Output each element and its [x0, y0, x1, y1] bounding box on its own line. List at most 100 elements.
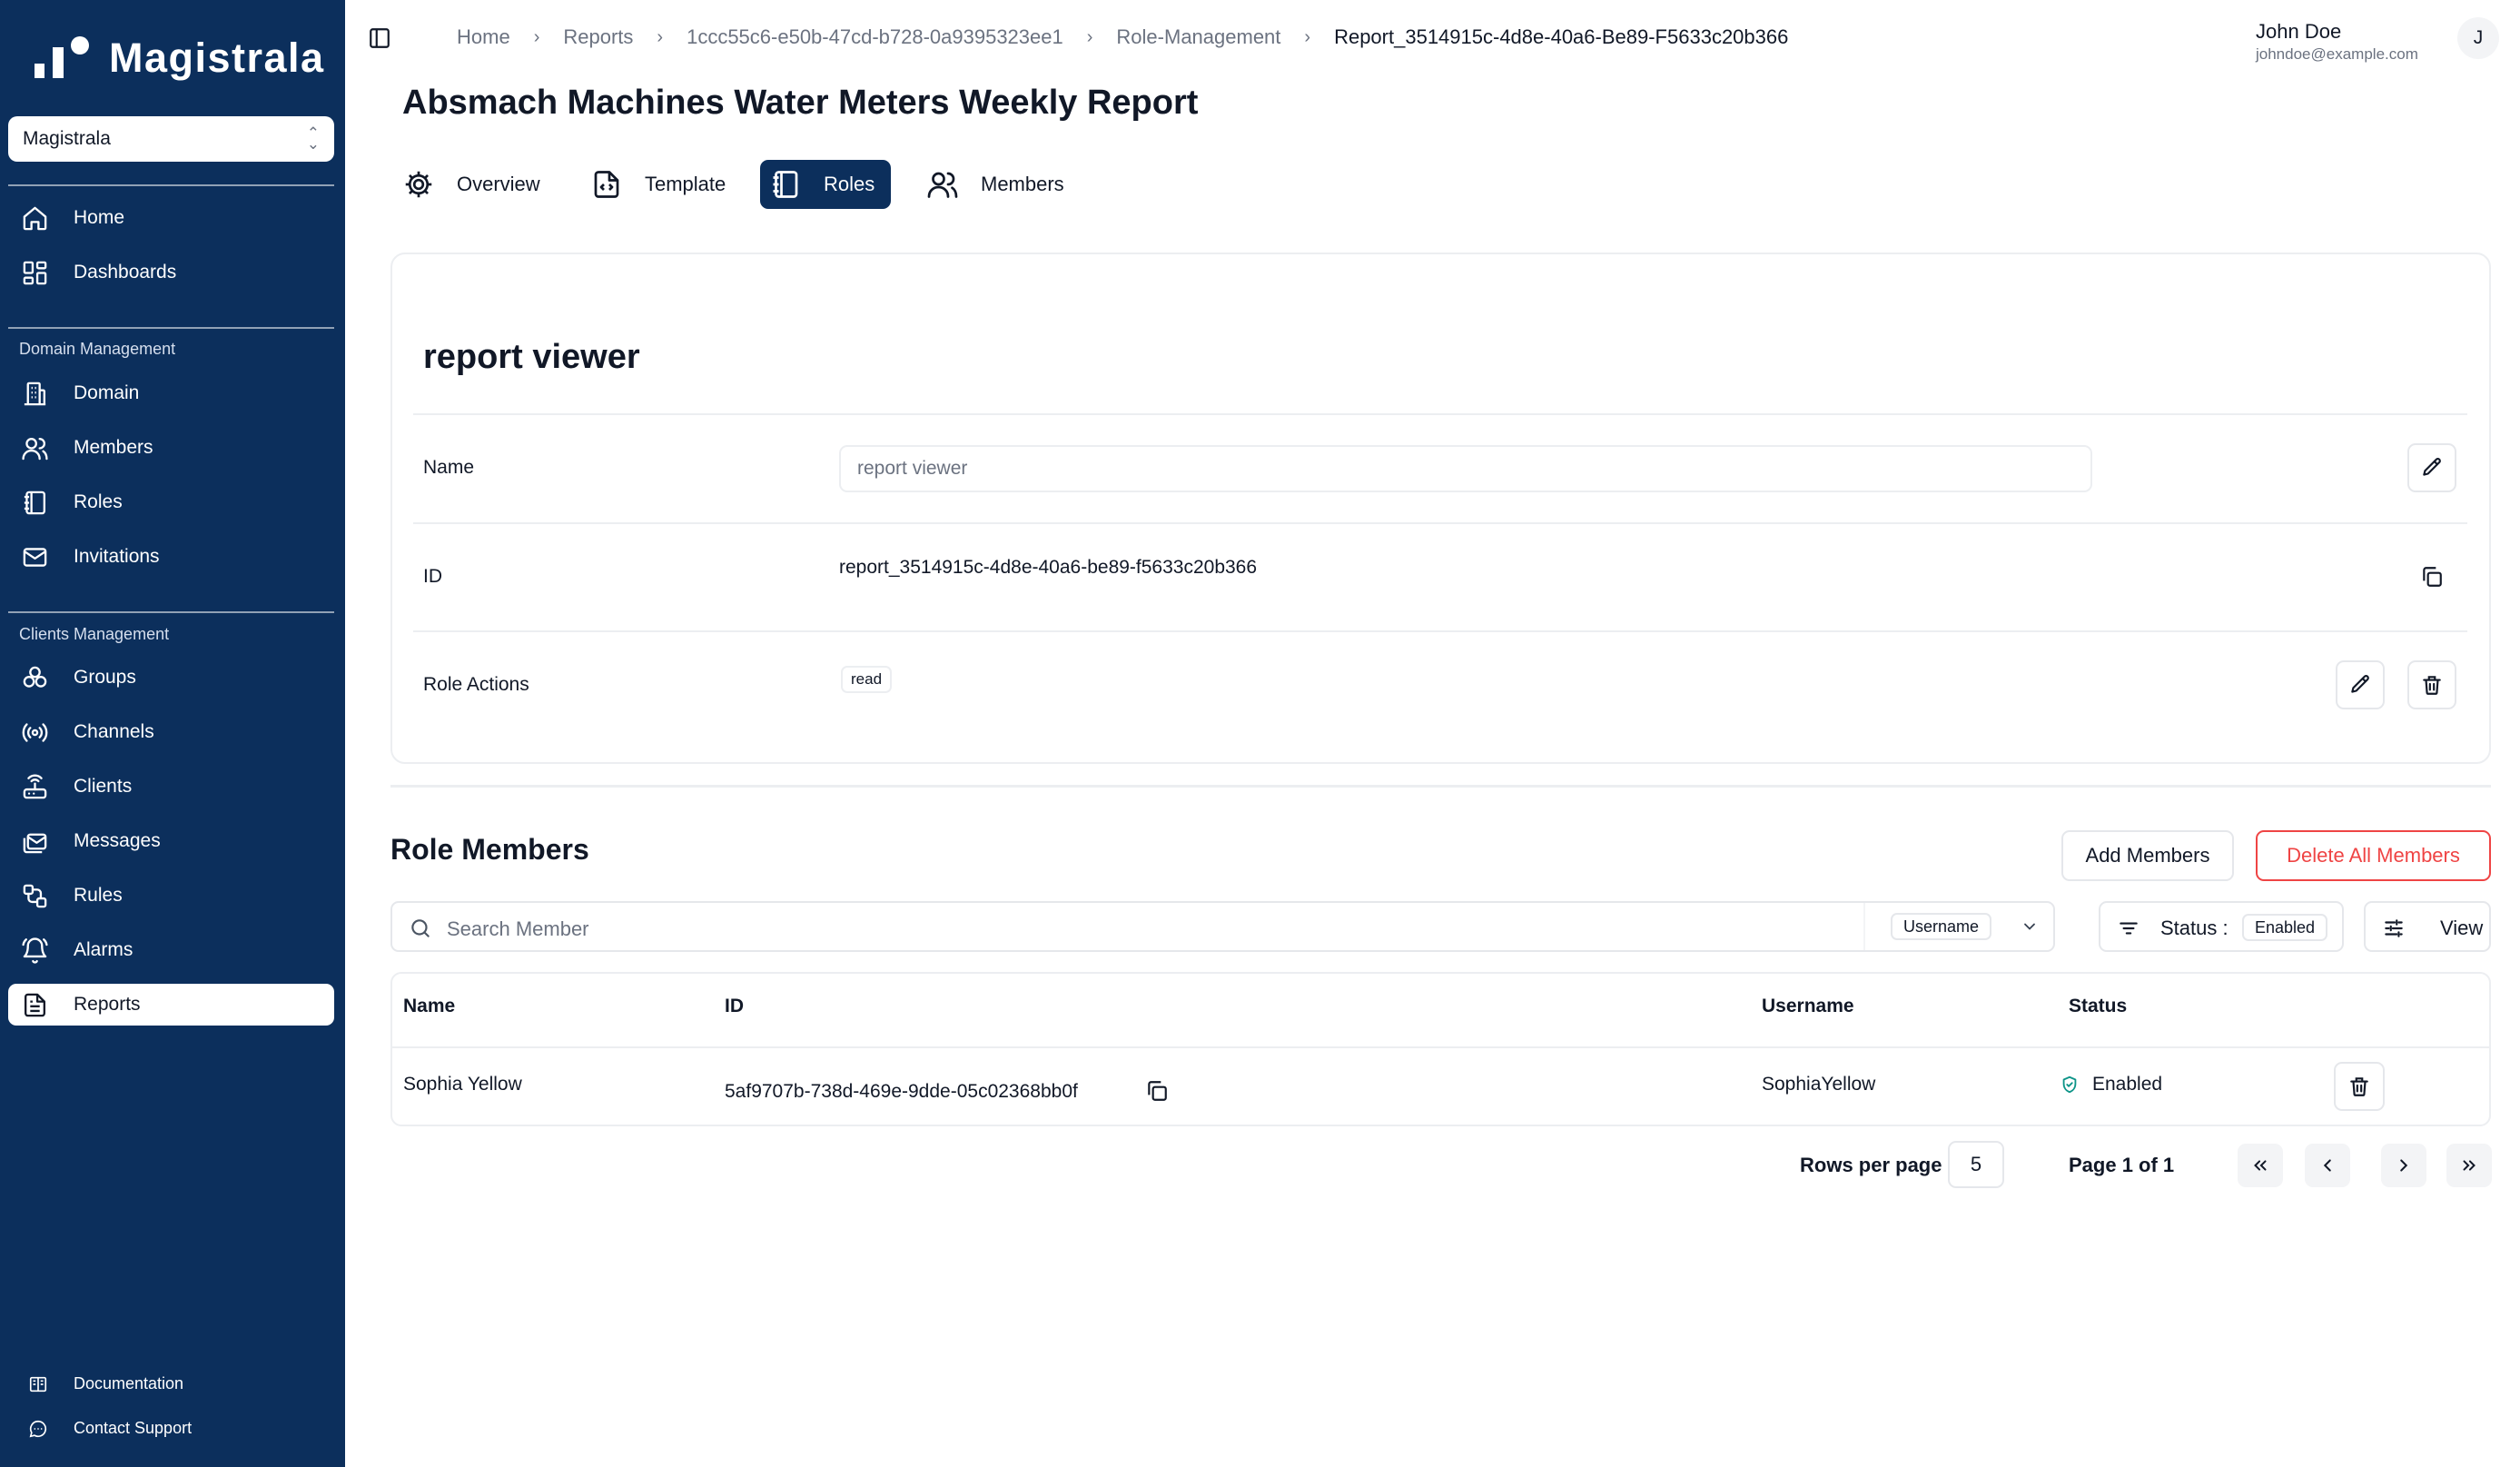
- search-type-value: Username: [1891, 913, 1992, 940]
- chevrons-right-icon: [2463, 1160, 2476, 1171]
- search-type-select[interactable]: Username: [1863, 903, 2055, 950]
- chevron-right-icon: ›: [1304, 26, 1311, 47]
- chevrons-left-icon: [2254, 1160, 2267, 1171]
- sidebar-item-invitations[interactable]: Invitations: [8, 536, 334, 578]
- member-id: 5af9707b-738d-469e-9dde-05c02368bb0f: [725, 1081, 1078, 1102]
- role-action-chip: read: [841, 666, 893, 693]
- user-name: John Doe: [2256, 20, 2342, 43]
- sidebar-item-dashboards[interactable]: Dashboards: [8, 252, 334, 293]
- chevron-right-icon: [2400, 1159, 2408, 1172]
- sidebar-item-members[interactable]: Members: [8, 427, 334, 469]
- search-member-box[interactable]: Search Member Username: [390, 901, 2055, 952]
- chevron-right-icon: ›: [533, 26, 540, 47]
- sidebar-item-messages[interactable]: Messages: [8, 820, 334, 862]
- clients-management-label: Clients Management: [19, 625, 170, 643]
- breadcrumb-report-id[interactable]: 1ccc55c6-e50b-47cd-b728-0a9395323ee1: [687, 25, 1063, 49]
- mail-stack-icon: [23, 833, 47, 854]
- column-header-username[interactable]: Username: [1762, 996, 1854, 1017]
- rows-per-page-label: Rows per page: [1800, 1154, 1942, 1176]
- last-page-button[interactable]: [2446, 1144, 2492, 1187]
- first-page-button[interactable]: [2238, 1144, 2283, 1187]
- breadcrumb: Home › Reports › 1ccc55c6-e50b-47cd-b728…: [457, 25, 1788, 49]
- breadcrumb-reports[interactable]: Reports: [563, 25, 633, 49]
- sidebar-item-label: Reports: [74, 994, 141, 1015]
- radio-icon: [22, 723, 48, 742]
- search-input[interactable]: Search Member: [447, 917, 589, 941]
- rules-icon: [23, 884, 47, 908]
- next-page-button[interactable]: [2381, 1144, 2426, 1187]
- tab-roles[interactable]: Roles: [760, 160, 892, 209]
- sidebar-item-label: Members: [74, 437, 153, 458]
- tab-label: Overview: [457, 173, 540, 195]
- documentation-link[interactable]: Documentation: [8, 1368, 334, 1399]
- member-name: Sophia Yellow: [403, 1074, 522, 1095]
- edit-actions-button[interactable]: [2336, 660, 2385, 709]
- building-icon: [24, 382, 46, 406]
- column-header-status[interactable]: Status: [2069, 996, 2127, 1017]
- filter-icon: [2120, 922, 2138, 935]
- sidebar-item-clients[interactable]: Clients: [8, 766, 334, 808]
- copy-member-id-button[interactable]: [1143, 1077, 1171, 1105]
- sidebar-item-label: Home: [74, 207, 125, 228]
- role-actions-label: Role Actions: [423, 674, 529, 695]
- mail-icon: [23, 548, 47, 567]
- pencil-icon: [2351, 675, 2369, 693]
- domain-management-label: Domain Management: [19, 340, 176, 358]
- breadcrumb-current: Report_3514915c-4d8e-40a6-Be89-F5633c20b…: [1334, 25, 1789, 48]
- breadcrumb-home[interactable]: Home: [457, 25, 510, 49]
- users-icon: [22, 438, 48, 461]
- rows-per-page-select[interactable]: 5: [1948, 1141, 2004, 1188]
- brand-logo[interactable]: Magistrala: [33, 33, 325, 84]
- sidebar-item-groups[interactable]: Groups: [8, 657, 334, 699]
- sidebar-item-reports[interactable]: Reports: [8, 984, 334, 1026]
- breadcrumb-role-management[interactable]: Role-Management: [1116, 25, 1280, 49]
- delete-all-members-button[interactable]: Delete All Members: [2256, 830, 2491, 881]
- previous-page-button[interactable]: [2305, 1144, 2350, 1187]
- column-header-name[interactable]: Name: [403, 996, 455, 1017]
- chat-icon: [29, 1420, 47, 1438]
- role-id-value: report_3514915c-4d8e-40a6-be89-f5633c20b…: [839, 557, 1258, 578]
- users-icon: [927, 172, 958, 198]
- row-divider: [413, 413, 2467, 415]
- book-icon: [29, 1376, 47, 1393]
- sidebar-item-rules[interactable]: Rules: [8, 875, 334, 917]
- status-filter-button[interactable]: Status : Enabled: [2099, 901, 2344, 952]
- edit-name-button[interactable]: [2407, 443, 2456, 492]
- chevron-left-icon: [2323, 1159, 2331, 1172]
- role-title: report viewer: [423, 338, 640, 376]
- sidebar-divider: [8, 184, 334, 186]
- sidebar-item-domain[interactable]: Domain: [8, 372, 334, 414]
- sidebar-toggle-icon[interactable]: [368, 26, 391, 50]
- tab-template[interactable]: Template: [581, 160, 742, 209]
- bell-icon: [22, 937, 48, 964]
- sidebar-item-channels[interactable]: Channels: [8, 711, 334, 753]
- copy-id-button[interactable]: [2418, 563, 2446, 590]
- groups-icon: [23, 666, 47, 688]
- role-name-input[interactable]: report viewer: [839, 445, 2092, 492]
- column-header-id[interactable]: ID: [725, 996, 744, 1017]
- tab-overview[interactable]: Overview: [393, 160, 557, 209]
- user-info[interactable]: John Doe johndoe@example.com: [2256, 20, 2418, 64]
- add-members-button[interactable]: Add Members: [2061, 830, 2234, 881]
- view-options-button[interactable]: View: [2364, 901, 2491, 952]
- sidebar-divider: [8, 327, 334, 329]
- sidebar-item-home[interactable]: Home: [8, 197, 334, 239]
- chevron-right-icon: ›: [657, 26, 664, 47]
- tab-label: Roles: [824, 173, 875, 195]
- delete-actions-button[interactable]: [2407, 660, 2456, 709]
- table-row-divider: [392, 1046, 2489, 1048]
- members-table: [390, 972, 2491, 1126]
- row-divider: [413, 522, 2467, 524]
- contact-support-link[interactable]: Contact Support: [8, 1412, 334, 1443]
- delete-member-button[interactable]: [2334, 1062, 2385, 1111]
- sidebar-item-roles[interactable]: Roles: [8, 481, 334, 523]
- workspace-select[interactable]: Magistrala ⌃ ⌄: [8, 116, 334, 162]
- workspace-select-value: Magistrala: [23, 128, 111, 149]
- avatar[interactable]: J: [2457, 17, 2499, 59]
- sidebar-item-label: Channels: [74, 721, 154, 742]
- sidebar-item-label: Messages: [74, 830, 161, 851]
- section-divider: [390, 785, 2491, 788]
- tab-members[interactable]: Members: [917, 160, 1081, 209]
- sidebar-item-alarms[interactable]: Alarms: [8, 929, 334, 971]
- sidebar-item-label: Clients: [74, 776, 133, 797]
